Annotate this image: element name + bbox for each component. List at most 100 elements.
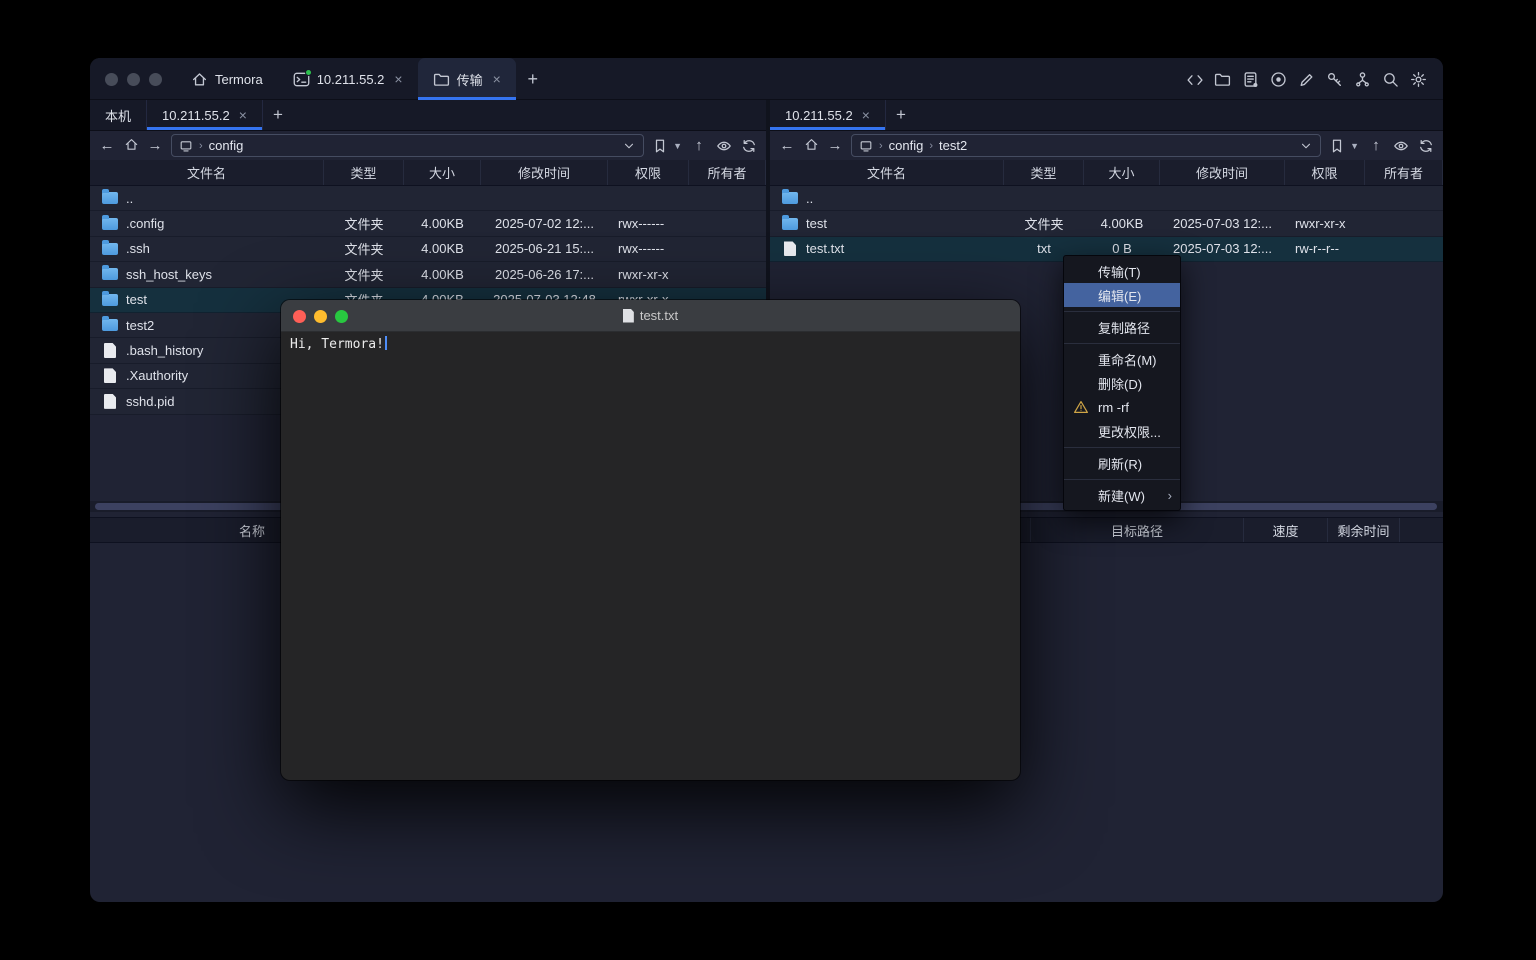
bookmark-icon[interactable] (652, 138, 668, 154)
menu-item-rename[interactable]: 重命名(M) (1064, 347, 1180, 371)
back-button[interactable]: ← (99, 138, 115, 153)
file-row-up[interactable]: .. (770, 186, 1443, 211)
edit-icon[interactable] (1298, 71, 1315, 88)
file-name: test (126, 292, 147, 307)
file-type (1004, 186, 1084, 210)
tab-label: 本机 (105, 106, 131, 125)
window-controls[interactable] (105, 73, 162, 86)
upload-button[interactable]: ↑ (1368, 138, 1384, 153)
tab-label: 传输 (457, 70, 483, 89)
tab-right-remote[interactable]: 10.211.55.2 × (770, 100, 886, 130)
transfer-column-eta[interactable]: 剩余时间 (1327, 518, 1400, 542)
back-button[interactable]: ← (779, 138, 795, 153)
settings-gear-icon[interactable] (1410, 71, 1427, 88)
column-header-type[interactable]: 类型 (324, 160, 404, 185)
column-header-name[interactable]: 文件名 (90, 160, 324, 185)
menu-item-delete[interactable]: 删除(D) (1064, 371, 1180, 395)
column-header-name[interactable]: 文件名 (770, 160, 1004, 185)
path-breadcrumb[interactable]: › config › test2 (851, 134, 1321, 157)
chevron-down-icon[interactable] (622, 139, 636, 153)
close-tab-icon[interactable]: × (493, 71, 501, 87)
refresh-icon[interactable] (1418, 138, 1434, 154)
file-row[interactable]: ssh_host_keys 文件夹 4.00KB 2025-06-26 17:.… (90, 262, 766, 287)
editor-content[interactable]: Hi, Termora! (281, 332, 1020, 356)
log-icon[interactable] (1242, 71, 1259, 88)
transfer-column-speed[interactable]: 速度 (1243, 518, 1327, 542)
file-row[interactable]: .ssh 文件夹 4.00KB 2025-06-21 15:... rwx---… (90, 237, 766, 262)
menu-item-edit[interactable]: 编辑(E) (1064, 283, 1180, 307)
new-app-tab-button[interactable]: + (516, 58, 550, 100)
menu-item-refresh[interactable]: 刷新(R) (1064, 451, 1180, 475)
key-icon[interactable] (1326, 71, 1343, 88)
forward-button[interactable]: → (147, 138, 163, 153)
breadcrumb-segment[interactable]: config (209, 138, 244, 153)
tab-transfer[interactable]: 传输 × (418, 58, 516, 100)
record-icon[interactable] (1270, 71, 1287, 88)
folder-icon[interactable] (1214, 71, 1231, 88)
refresh-icon[interactable] (741, 138, 757, 154)
column-header-mtime[interactable]: 修改时间 (1160, 160, 1285, 185)
editor-text: Hi, Termora! (290, 337, 384, 352)
zoom-button[interactable] (335, 310, 348, 323)
column-header-type[interactable]: 类型 (1004, 160, 1084, 185)
keychain-icon[interactable] (1354, 71, 1371, 88)
column-header-owner[interactable]: 所有者 (689, 160, 766, 185)
file-size: 4.00KB (404, 237, 481, 261)
file-name: .. (806, 191, 813, 206)
tab-local[interactable]: 本机 (90, 100, 147, 130)
column-header-mtime[interactable]: 修改时间 (481, 160, 608, 185)
new-pane-tab-button[interactable]: + (886, 100, 916, 130)
column-header-perm[interactable]: 权限 (608, 160, 689, 185)
minimize-window-button[interactable] (127, 73, 140, 86)
editor-titlebar[interactable]: test.txt (281, 300, 1020, 332)
show-hidden-eye-icon[interactable] (716, 138, 732, 154)
home-button[interactable] (803, 137, 819, 155)
column-header-owner[interactable]: 所有者 (1365, 160, 1443, 185)
zoom-window-button[interactable] (149, 73, 162, 86)
path-breadcrumb[interactable]: › config (171, 134, 644, 157)
forward-button[interactable]: → (827, 138, 843, 153)
breadcrumb-segment[interactable]: config (889, 138, 924, 153)
tab-termora-home[interactable]: Termora (176, 58, 278, 100)
new-pane-tab-button[interactable]: + (263, 100, 293, 130)
file-icon (104, 394, 116, 409)
close-button[interactable] (293, 310, 306, 323)
titlebar-actions (1186, 58, 1427, 100)
tab-ssh-session[interactable]: 10.211.55.2 × (278, 58, 418, 100)
menu-item-new[interactable]: 新建(W) › (1064, 483, 1180, 507)
transfer-column-target-path[interactable]: 目标路径 (1030, 518, 1243, 542)
close-window-button[interactable] (105, 73, 118, 86)
folder-icon (782, 192, 798, 204)
close-tab-icon[interactable]: × (862, 107, 870, 123)
show-hidden-eye-icon[interactable] (1393, 138, 1409, 154)
search-icon[interactable] (1382, 71, 1399, 88)
file-row[interactable]: .config 文件夹 4.00KB 2025-07-02 12:... rwx… (90, 211, 766, 236)
menu-item-transfer[interactable]: 传输(T) (1064, 259, 1180, 283)
bookmark-icon[interactable] (1329, 138, 1345, 154)
breadcrumb-segment[interactable]: test2 (939, 138, 967, 153)
file-type (324, 186, 404, 210)
menu-item-rm-rf[interactable]: rm -rf (1064, 395, 1180, 419)
editor-window-controls[interactable] (293, 310, 348, 323)
bookmark-dropdown-caret[interactable]: ▼ (1350, 141, 1359, 151)
menu-item-copy-path[interactable]: 复制路径 (1064, 315, 1180, 339)
home-button[interactable] (123, 137, 139, 155)
tab-label: 10.211.55.2 (317, 72, 385, 87)
bookmark-dropdown-caret[interactable]: ▼ (673, 141, 682, 151)
column-header-size[interactable]: 大小 (1084, 160, 1160, 185)
breadcrumb-separator: › (879, 140, 883, 152)
tab-left-remote[interactable]: 10.211.55.2 × (147, 100, 263, 130)
column-header-perm[interactable]: 权限 (1285, 160, 1365, 185)
file-row[interactable]: test 文件夹 4.00KB 2025-07-03 12:... rwxr-x… (770, 211, 1443, 236)
transfer-column-end (1400, 518, 1443, 542)
code-icon[interactable] (1186, 71, 1203, 88)
breadcrumb-separator: › (929, 140, 933, 152)
close-tab-icon[interactable]: × (394, 71, 402, 87)
close-tab-icon[interactable]: × (239, 107, 247, 123)
column-header-size[interactable]: 大小 (404, 160, 481, 185)
chevron-down-icon[interactable] (1299, 139, 1313, 153)
file-row-up[interactable]: .. (90, 186, 766, 211)
minimize-button[interactable] (314, 310, 327, 323)
menu-item-change-permissions[interactable]: 更改权限... (1064, 419, 1180, 443)
upload-button[interactable]: ↑ (691, 138, 707, 153)
